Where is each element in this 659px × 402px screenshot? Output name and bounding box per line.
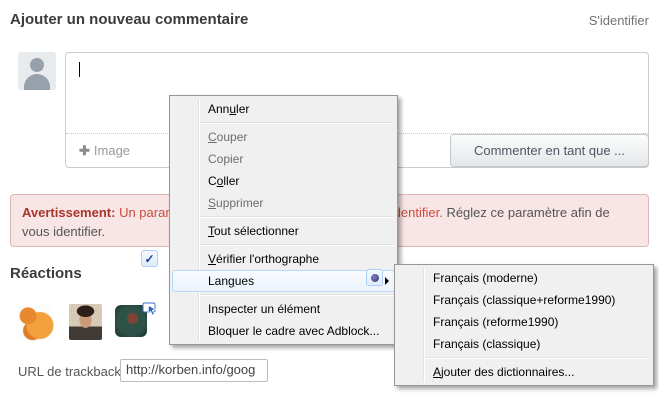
reaction-avatar-man[interactable] — [69, 304, 102, 340]
inspect-element-icon — [142, 301, 158, 317]
page-title: Ajouter un nouveau commentaire — [10, 11, 248, 28]
context-menu-item-label: Vérifier l'orthographe — [208, 252, 319, 266]
context-menu-item-label: Copier — [208, 152, 243, 166]
languages-submenu-item-label: Français (classique) — [433, 337, 540, 351]
context-menu-item-label: Bloquer le cadre avec Adblock... — [208, 324, 379, 338]
context-menu-item-langues[interactable]: Langues — [172, 270, 395, 292]
reaction-avatar-cat[interactable] — [17, 304, 54, 341]
context-menu-item-annuler[interactable]: Annuler — [172, 98, 395, 120]
languages-submenu-item-label: Français (classique+reforme1990) — [433, 293, 615, 307]
text-caret — [79, 62, 80, 77]
attach-image-label: Image — [94, 143, 130, 158]
languages-submenu-item-francais-moderne[interactable]: Français (moderne) — [397, 267, 651, 289]
context-menu-item-label: Annuler — [208, 102, 249, 116]
languages-submenu-item-label: Ajouter des dictionnaires... — [433, 365, 574, 379]
context-menu-item-verifier-l-orthographe[interactable]: ✓Vérifier l'orthographe — [172, 248, 395, 270]
context-menu-item-label: Supprimer — [208, 196, 263, 210]
warning-prefix: Avertissement: — [22, 205, 115, 220]
trackback-url-input[interactable]: http://korben.info/goog — [120, 359, 268, 382]
plus-icon: ✚ — [79, 143, 90, 158]
languages-submenu-item-francais-classique-reforme1990[interactable]: Français (classique+reforme1990) — [397, 289, 651, 311]
languages-submenu-separator — [425, 357, 650, 359]
checkmark-icon: ✓ — [141, 250, 158, 267]
context-menu-separator — [200, 294, 394, 296]
languages-submenu-item-francais-classique[interactable]: Français (classique) — [397, 333, 651, 355]
context-menu-item-bloquer-le-cadre-avec-adblock[interactable]: Bloquer le cadre avec Adblock... — [172, 320, 395, 342]
languages-submenu-item-ajouter-des-dictionnaires[interactable]: Ajouter des dictionnaires... — [397, 361, 651, 383]
languages-submenu-item-label: Français (reforme1990) — [433, 315, 558, 329]
context-menu-item-inspecter-un-element[interactable]: Inspecter un élément — [172, 298, 395, 320]
context-menu-item-tout-selectionner[interactable]: Tout sélectionner — [172, 220, 395, 242]
reactions-heading: Réactions — [10, 265, 82, 282]
comment-as-button[interactable]: Commenter en tant que ... — [450, 134, 649, 167]
context-menu-item-label: Coller — [208, 174, 239, 188]
context-menu-item-label: Tout sélectionner — [208, 224, 299, 238]
user-avatar-placeholder-icon — [18, 52, 56, 90]
context-menu-item-couper[interactable]: Couper — [172, 126, 395, 148]
signin-link[interactable]: S'identifier — [589, 13, 649, 28]
context-menu-separator — [200, 244, 394, 246]
languages-submenu: Français (moderne) Français (classique+re… — [394, 264, 654, 386]
trackback-label: URL de trackback — [18, 364, 121, 379]
context-menu-item-label: Couper — [208, 130, 247, 144]
context-menu: Annuler Couper Copier Coller Supprimer Tout s… — [169, 95, 398, 345]
context-menu-item-label: Langues — [208, 274, 254, 288]
comment-page: Ajouter un nouveau commentaire S'identif… — [0, 0, 659, 402]
submenu-arrow-icon — [385, 277, 389, 285]
context-menu-item-coller[interactable]: Coller — [172, 170, 395, 192]
context-menu-separator — [200, 122, 394, 124]
languages-submenu-item-francais-reforme1990[interactable]: Français (reforme1990) — [397, 311, 651, 333]
context-menu-item-copier[interactable]: Copier — [172, 148, 395, 170]
radio-selected-icon — [366, 269, 383, 286]
attach-image-button[interactable]: ✚ Image — [79, 143, 130, 159]
languages-submenu-item-label: Français (moderne) — [433, 271, 538, 285]
context-menu-item-label: Inspecter un élément — [208, 302, 320, 316]
context-menu-separator — [200, 216, 394, 218]
context-menu-item-supprimer[interactable]: Supprimer — [172, 192, 395, 214]
